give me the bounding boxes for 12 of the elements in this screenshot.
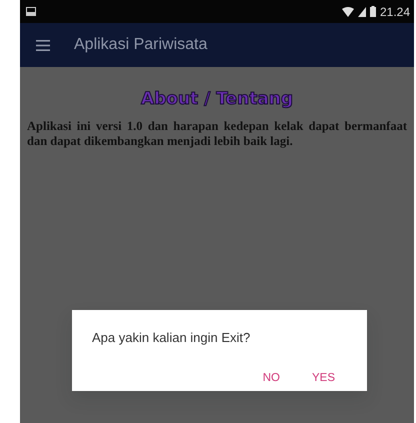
- signal-icon: [358, 6, 366, 16]
- status-time: 21.24: [380, 4, 410, 20]
- dialog-message: Apa yakin kalian ingin Exit?: [92, 329, 252, 347]
- menu-icon[interactable]: [36, 40, 50, 50]
- wifi-icon: [342, 6, 354, 16]
- app-title: Aplikasi Pariwisata: [74, 35, 208, 55]
- dialog-button[interactable]: YES: [300, 366, 347, 391]
- about-paragraph: Aplikasi ini versi 1.0 dan harapan kedepan kelak dapat bermanfaat dan dapat dikembangkan menjadi lebih baik lagi.: [26, 118, 408, 150]
- battery-icon: [370, 6, 376, 17]
- page-heading: About / Tentang: [140, 89, 294, 109]
- dialog-button[interactable]: NO: [250, 366, 292, 391]
- image-notification-icon: [26, 7, 36, 16]
